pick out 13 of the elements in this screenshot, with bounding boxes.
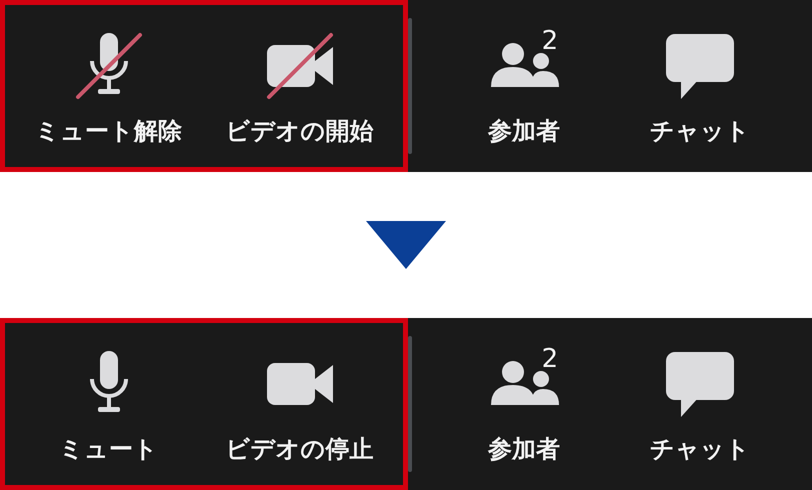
toolbar-button[interactable]: ビデオの開始 [204, 5, 395, 167]
toolbar-button[interactable]: 参加者 2 [436, 318, 612, 490]
speech-bubble-icon [665, 31, 735, 101]
speech-bubble-icon [665, 349, 735, 419]
toolbar-button[interactable]: チャット [612, 0, 788, 172]
toolbar-button[interactable]: 参加者 2 [436, 0, 612, 172]
down-arrow-icon [366, 221, 446, 269]
toolbar-button[interactable]: ミュート解除 [13, 5, 204, 167]
toolbar-button[interactable]: チャット [612, 318, 788, 490]
participant-count: 2 [542, 25, 558, 58]
participant-count: 2 [542, 343, 558, 376]
toolbar-button[interactable]: ミュート [13, 323, 204, 485]
toolbar-button[interactable]: ビデオの停止 [204, 323, 395, 485]
